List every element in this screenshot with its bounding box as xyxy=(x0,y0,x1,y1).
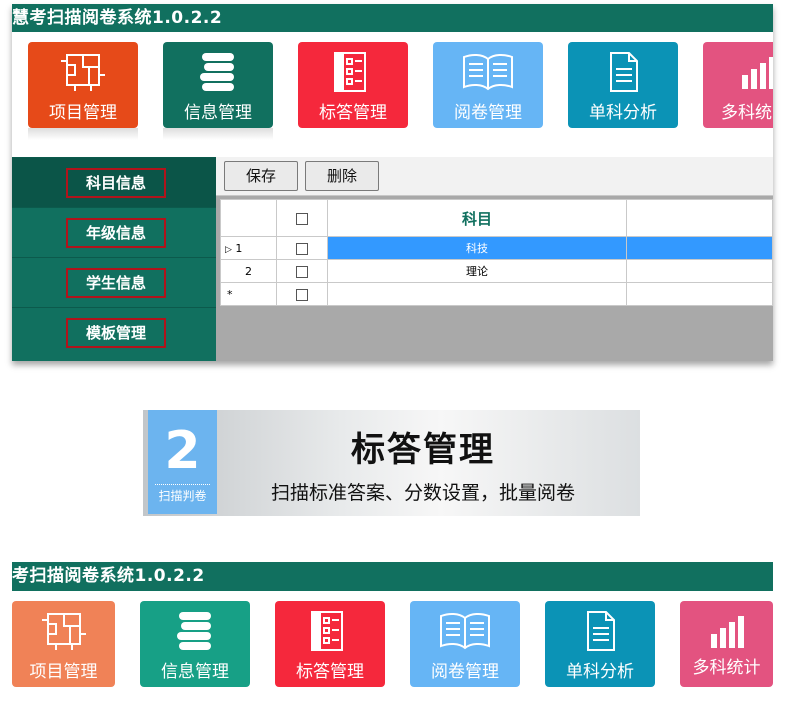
current-row-arrow-icon: ▷ xyxy=(225,244,232,255)
ribbon-label: 阅卷管理 xyxy=(431,662,499,682)
row-checkbox[interactable] xyxy=(296,265,308,278)
table-row-new[interactable]: * xyxy=(220,282,773,306)
ribbon-project-management[interactable]: 项目管理 xyxy=(12,601,115,687)
sidebar-item-grade-info[interactable]: 年级信息 xyxy=(12,207,216,257)
ribbon-single-subject-analysis[interactable]: 单科分析 xyxy=(568,42,678,128)
ribbon-label: 信息管理 xyxy=(161,662,229,682)
ribbon-multi-subject-stats[interactable]: 多科统计 xyxy=(680,601,773,687)
ribbon-answer-management[interactable]: 标答管理 xyxy=(275,601,385,687)
subject-grid: 科目 ▷ 1 科技 2 理论 * xyxy=(220,199,773,306)
open-book-icon xyxy=(410,609,520,653)
step-caption: 扫描判卷 xyxy=(158,489,207,503)
empty-cell xyxy=(626,282,773,306)
table-row[interactable]: 2 理论 xyxy=(220,259,773,283)
ribbon-answer-management[interactable]: 标答管理 xyxy=(298,42,408,128)
ribbon-info-management[interactable]: 信息管理 xyxy=(140,601,250,687)
badge-divider xyxy=(155,484,210,485)
checklist-icon xyxy=(275,609,385,653)
tile-reflection xyxy=(28,128,138,140)
sidebar-button[interactable]: 年级信息 xyxy=(66,218,166,248)
floorplan-icon xyxy=(12,609,115,653)
ribbon-label: 单科分析 xyxy=(566,662,634,682)
empty-cell xyxy=(626,236,773,260)
ribbon-info-management[interactable]: 信息管理 xyxy=(163,42,273,128)
ribbon-label: 多科统计 xyxy=(692,658,761,678)
step-number: 2 xyxy=(164,421,201,481)
empty-cell xyxy=(626,259,773,283)
ribbon-label: 项目管理 xyxy=(29,662,98,682)
ribbon-label: 多科统 xyxy=(721,103,772,123)
document-icon xyxy=(545,609,655,653)
ribbon-label: 阅卷管理 xyxy=(454,103,522,123)
subject-cell[interactable]: 理论 xyxy=(327,259,627,283)
ribbon-marking-management[interactable]: 阅卷管理 xyxy=(410,601,520,687)
ribbon-label: 项目管理 xyxy=(49,103,117,123)
row-checkbox[interactable] xyxy=(296,288,308,301)
document-icon xyxy=(568,50,678,94)
books-icon xyxy=(163,50,273,94)
row-header[interactable]: ▷ 1 xyxy=(220,236,277,260)
grid-header-row: 科目 xyxy=(220,199,773,237)
ribbon-label: 标答管理 xyxy=(319,103,387,123)
bar-chart-icon xyxy=(703,50,773,94)
row-select-cell xyxy=(276,236,328,260)
sidebar-item-student-info[interactable]: 学生信息 xyxy=(12,257,216,307)
window-title: 慧考扫描阅卷系统1.0.2.2 xyxy=(12,4,773,32)
ribbon-label: 标答管理 xyxy=(296,662,364,682)
sidebar-button[interactable]: 学生信息 xyxy=(66,268,166,298)
open-book-icon xyxy=(433,50,543,94)
ribbon-single-subject-analysis[interactable]: 单科分析 xyxy=(545,601,655,687)
checklist-icon xyxy=(298,50,408,94)
row-header-corner xyxy=(220,199,277,237)
section-banner: 2 扫描判卷 标答管理 扫描标准答案、分数设置，批量阅卷 xyxy=(143,410,640,516)
select-all-cell xyxy=(276,199,328,237)
row-select-cell xyxy=(276,282,328,306)
sidebar-button[interactable]: 科目信息 xyxy=(66,168,166,198)
column-header-empty xyxy=(626,199,773,237)
ribbon-toolbar: 项目管理 信息管理 标答管理 xyxy=(12,32,773,150)
sidebar-item-subject-info[interactable]: 科目信息 xyxy=(12,157,216,207)
app-window-bottom: 考扫描阅卷系统1.0.2.2 项目管理 信息管理 标答管理 阅卷管理 单科分析 … xyxy=(12,562,773,709)
subject-cell[interactable] xyxy=(327,282,627,306)
banner-description: 扫描标准答案、分数设置，批量阅卷 xyxy=(271,482,576,504)
sidebar-button[interactable]: 模板管理 xyxy=(66,318,166,348)
tile-reflection xyxy=(163,128,273,140)
banner-title: 标答管理 xyxy=(351,430,495,470)
ribbon-project-management[interactable]: 项目管理 xyxy=(28,42,138,128)
content-panel: 保存 删除 科目 ▷ 1 科技 2 理论 * xyxy=(216,157,773,361)
ribbon-toolbar: 项目管理 信息管理 标答管理 xyxy=(12,591,773,709)
sidebar: 科目信息 年级信息 学生信息 模板管理 xyxy=(12,157,216,361)
ribbon-label: 单科分析 xyxy=(589,103,657,123)
column-header-subject[interactable]: 科目 xyxy=(327,199,627,237)
sidebar-item-template-management[interactable]: 模板管理 xyxy=(12,307,216,357)
grid-toolbar: 保存 删除 xyxy=(216,157,773,196)
ribbon-marking-management[interactable]: 阅卷管理 xyxy=(433,42,543,128)
row-number: 1 xyxy=(235,241,243,255)
step-badge: 2 扫描判卷 xyxy=(148,410,217,514)
row-select-cell xyxy=(276,259,328,283)
delete-button[interactable]: 删除 xyxy=(305,161,379,191)
ribbon-label: 信息管理 xyxy=(184,103,252,123)
subject-cell[interactable]: 科技 xyxy=(327,236,627,260)
select-all-checkbox[interactable] xyxy=(296,212,308,225)
save-button[interactable]: 保存 xyxy=(224,161,298,191)
row-header[interactable]: 2 xyxy=(220,259,277,283)
table-row[interactable]: ▷ 1 科技 xyxy=(220,236,773,260)
ribbon-multi-subject-stats[interactable]: 多科统 xyxy=(703,42,773,128)
floorplan-icon xyxy=(28,50,138,94)
row-header[interactable]: * xyxy=(220,282,277,306)
bar-chart-icon xyxy=(680,609,773,653)
row-checkbox[interactable] xyxy=(296,242,308,255)
window-title: 考扫描阅卷系统1.0.2.2 xyxy=(12,562,773,591)
app-window-top: 慧考扫描阅卷系统1.0.2.2 项目管理 信息管理 标答管理 阅卷管理 单科分析… xyxy=(12,4,773,361)
books-icon xyxy=(140,609,250,653)
